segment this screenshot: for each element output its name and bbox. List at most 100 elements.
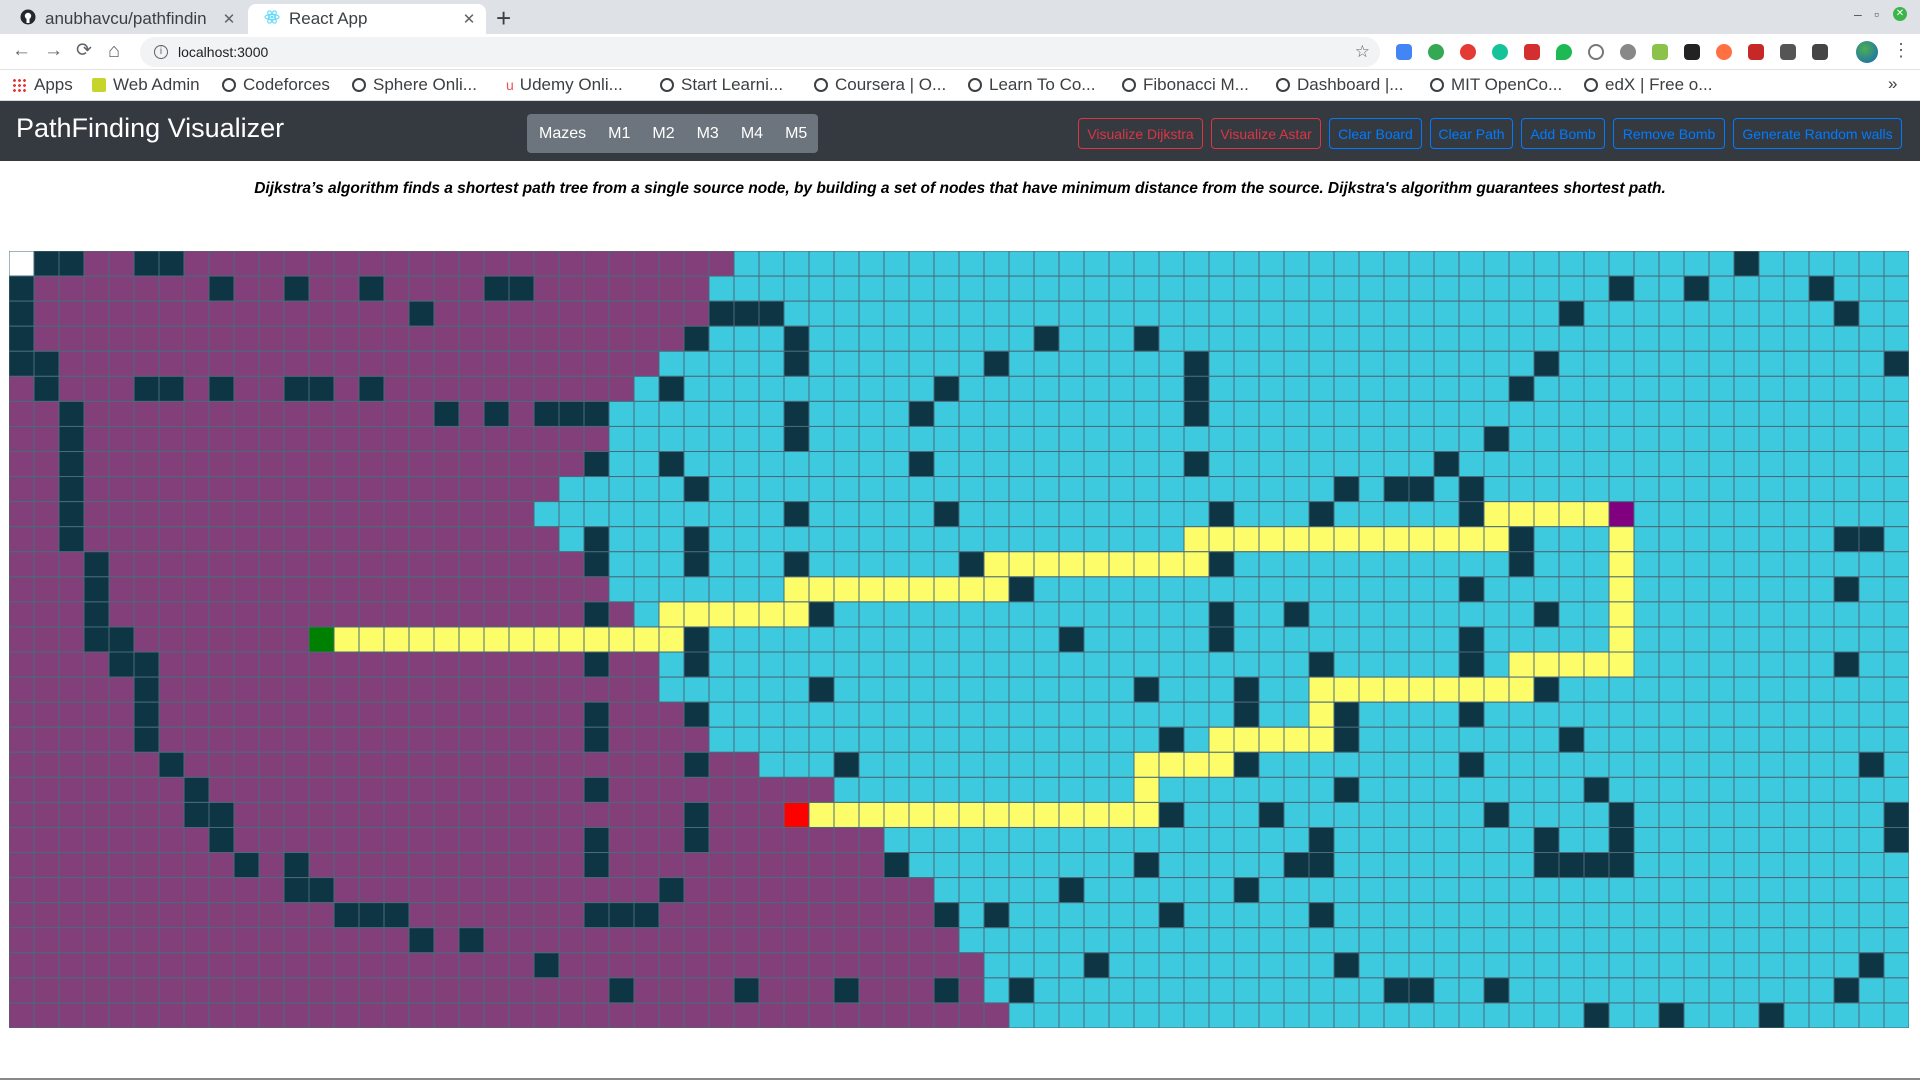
visited-cell[interactable] — [708, 826, 735, 854]
visited-cell[interactable] — [1083, 726, 1110, 753]
visited-cell[interactable] — [683, 1002, 710, 1028]
more-bookmarks-icon[interactable]: » — [1888, 74, 1897, 94]
visited-cell[interactable] — [1083, 826, 1110, 854]
visited-cell[interactable] — [1658, 877, 1685, 904]
path-cell[interactable] — [1408, 526, 1435, 553]
visited-cell[interactable] — [9, 701, 35, 728]
maze-m3-button[interactable]: M3 — [686, 114, 730, 153]
visited-cell[interactable] — [433, 726, 460, 753]
visited-cell[interactable] — [433, 350, 460, 377]
visited-cell[interactable] — [358, 251, 385, 277]
visited-cell[interactable] — [983, 776, 1010, 803]
visited-cell[interactable] — [608, 501, 635, 528]
visited-cell[interactable] — [1408, 325, 1435, 352]
visited-cell[interactable] — [1708, 1002, 1735, 1028]
visited-cell[interactable] — [158, 425, 185, 453]
visited-cell[interactable] — [483, 801, 510, 828]
visited-cell[interactable] — [1158, 927, 1185, 954]
visited-cell[interactable] — [1683, 476, 1710, 503]
visited-cell[interactable] — [458, 451, 485, 478]
wall-cell[interactable] — [133, 701, 160, 728]
visited-cell[interactable] — [1358, 651, 1385, 678]
visited-cell[interactable] — [1658, 375, 1685, 402]
visited-cell[interactable] — [758, 350, 785, 377]
visited-cell[interactable] — [1133, 651, 1160, 678]
visited-cell[interactable] — [208, 776, 235, 803]
visited-cell[interactable] — [208, 551, 235, 578]
visited-cell[interactable] — [1483, 751, 1510, 778]
visited-cell[interactable] — [933, 526, 960, 553]
visited-cell[interactable] — [708, 902, 735, 929]
visited-cell[interactable] — [983, 1002, 1010, 1028]
visited-cell[interactable] — [1408, 651, 1435, 678]
visited-cell[interactable] — [183, 300, 210, 327]
visited-cell[interactable] — [1433, 275, 1460, 302]
visited-cell[interactable] — [1208, 275, 1235, 302]
visited-cell[interactable] — [1083, 350, 1110, 377]
visited-cell[interactable] — [1533, 400, 1560, 427]
visited-cell[interactable] — [233, 400, 260, 427]
visited-cell[interactable] — [558, 651, 585, 678]
wall-cell[interactable] — [1458, 501, 1485, 528]
visited-cell[interactable] — [1558, 375, 1585, 402]
wall-cell[interactable] — [1183, 375, 1210, 402]
visited-cell[interactable] — [308, 927, 335, 954]
wall-cell[interactable] — [583, 776, 610, 803]
visited-cell[interactable] — [958, 676, 985, 703]
visited-cell[interactable] — [1158, 1002, 1185, 1028]
visited-cell[interactable] — [808, 501, 835, 528]
visited-cell[interactable] — [433, 801, 460, 828]
visited-cell[interactable] — [1558, 551, 1585, 578]
visited-cell[interactable] — [9, 526, 35, 553]
visited-cell[interactable] — [233, 952, 260, 979]
visited-cell[interactable] — [708, 726, 735, 753]
visited-cell[interactable] — [883, 251, 910, 277]
visited-cell[interactable] — [558, 576, 585, 603]
visited-cell[interactable] — [1408, 251, 1435, 277]
wall-cell[interactable] — [1558, 726, 1585, 753]
visited-cell[interactable] — [1183, 651, 1210, 678]
visited-cell[interactable] — [1108, 400, 1135, 427]
visited-cell[interactable] — [9, 451, 35, 478]
visited-cell[interactable] — [1558, 751, 1585, 778]
visited-cell[interactable] — [58, 701, 85, 728]
visited-cell[interactable] — [558, 826, 585, 854]
visited-cell[interactable] — [608, 300, 635, 327]
visited-cell[interactable] — [1558, 801, 1585, 828]
visited-cell[interactable] — [308, 251, 335, 277]
visited-cell[interactable] — [708, 400, 735, 427]
visited-cell[interactable] — [1283, 776, 1310, 803]
visited-cell[interactable] — [1858, 902, 1885, 929]
bookmark-apps[interactable]: Apps — [12, 75, 73, 95]
visited-cell[interactable] — [1283, 751, 1310, 778]
visited-cell[interactable] — [1658, 501, 1685, 528]
visited-cell[interactable] — [83, 651, 110, 678]
visited-cell[interactable] — [1858, 325, 1885, 352]
visited-cell[interactable] — [1558, 977, 1585, 1004]
visited-cell[interactable] — [1108, 952, 1135, 979]
visited-cell[interactable] — [1108, 877, 1135, 904]
visited-cell[interactable] — [258, 375, 285, 402]
wall-cell[interactable] — [583, 701, 610, 728]
visited-cell[interactable] — [1283, 551, 1310, 578]
visited-cell[interactable] — [1658, 576, 1685, 603]
wall-cell[interactable] — [1408, 476, 1435, 503]
visited-cell[interactable] — [1208, 651, 1235, 678]
visited-cell[interactable] — [958, 251, 985, 277]
visited-cell[interactable] — [833, 325, 860, 352]
visited-cell[interactable] — [933, 601, 960, 628]
visited-cell[interactable] — [1358, 852, 1385, 879]
visited-cell[interactable] — [383, 801, 410, 828]
visited-cell[interactable] — [1183, 576, 1210, 603]
visited-cell[interactable] — [1308, 325, 1335, 352]
wall-cell[interactable] — [1683, 275, 1710, 302]
visited-cell[interactable] — [333, 927, 360, 954]
visited-cell[interactable] — [1408, 826, 1435, 854]
wall-cell[interactable] — [483, 400, 510, 427]
visited-cell[interactable] — [133, 275, 160, 302]
path-cell[interactable] — [1508, 501, 1535, 528]
visited-cell[interactable] — [458, 300, 485, 327]
visited-cell[interactable] — [633, 726, 660, 753]
visited-cell[interactable] — [633, 651, 660, 678]
visited-cell[interactable] — [1658, 425, 1685, 453]
